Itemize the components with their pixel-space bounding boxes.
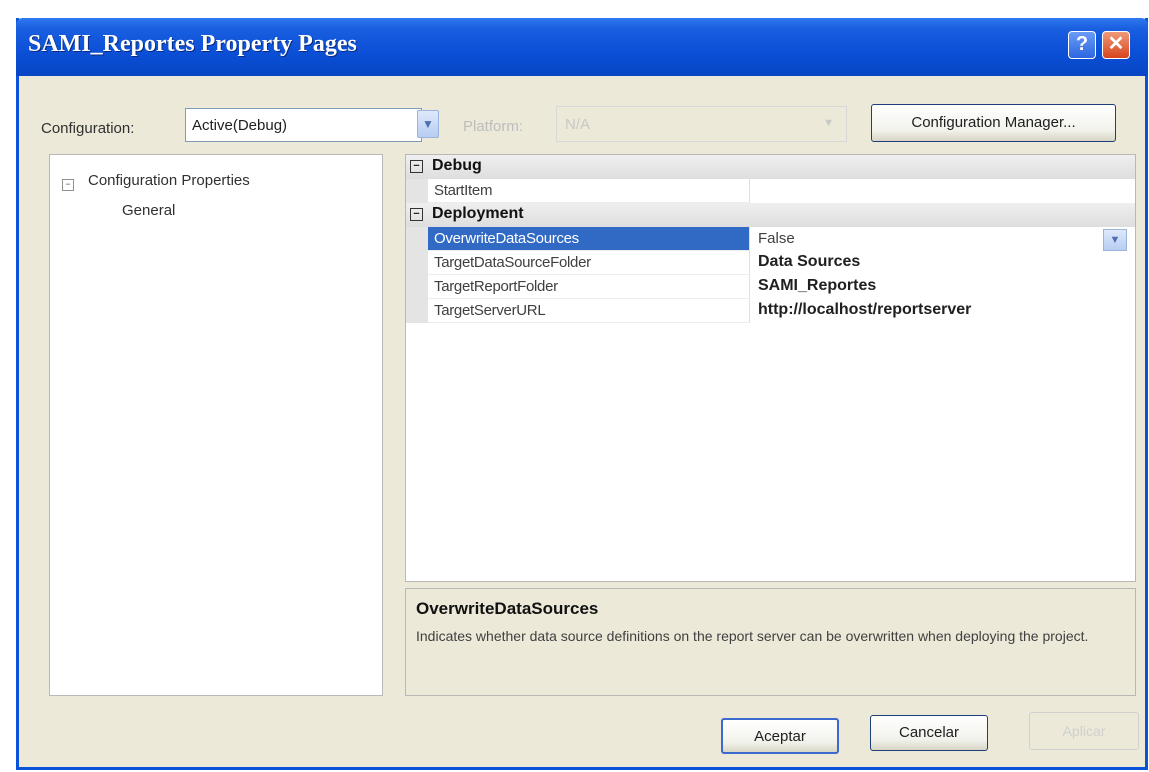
property-value[interactable]: False — [758, 230, 795, 247]
tree-item-general[interactable]: General — [122, 202, 175, 219]
category-deployment[interactable]: − Deployment — [406, 203, 1135, 227]
row-gutter — [406, 299, 428, 323]
property-name-cell: OverwriteDataSources — [428, 227, 750, 251]
configuration-select-value: Active(Debug) — [192, 117, 288, 134]
property-name: OverwriteDataSources — [434, 230, 579, 247]
window-title: SAMI_Reportes Property Pages — [28, 31, 357, 57]
ok-button[interactable]: Aceptar — [721, 718, 839, 754]
description-title: OverwriteDataSources — [416, 599, 599, 618]
property-row-target-data-source-folder[interactable]: TargetDataSourceFolder Data Sources — [406, 251, 1135, 275]
property-row-target-server-url[interactable]: TargetServerURL http://localhost/reports… — [406, 299, 1135, 323]
cancel-button[interactable]: Cancelar — [870, 715, 988, 751]
title-bar[interactable]: SAMI_Reportes Property Pages ? ✕ — [16, 18, 1148, 76]
category-label: Deployment — [432, 205, 524, 222]
category-label: Debug — [432, 157, 482, 174]
property-name-cell: StartItem — [428, 179, 750, 203]
property-name-cell: TargetDataSourceFolder — [428, 251, 750, 275]
property-tree: − Configuration Properties General — [49, 154, 383, 696]
tree-item-configuration-properties[interactable]: Configuration Properties — [88, 172, 250, 189]
help-button[interactable]: ? — [1068, 31, 1096, 59]
property-pages-dialog: SAMI_Reportes Property Pages ? ✕ Configu… — [16, 18, 1148, 770]
property-value[interactable]: SAMI_Reportes — [758, 277, 876, 295]
apply-button: Aplicar — [1029, 712, 1139, 750]
configuration-select[interactable]: Active(Debug) — [185, 108, 422, 142]
property-value[interactable]: http://localhost/reportserver — [758, 301, 971, 319]
configuration-dropdown-arrow-icon[interactable]: ▼ — [417, 110, 439, 138]
platform-label: Platform: — [463, 118, 524, 135]
row-gutter — [406, 251, 428, 275]
collapse-icon[interactable]: − — [62, 179, 74, 191]
row-gutter — [406, 275, 428, 299]
row-gutter — [406, 179, 428, 203]
row-gutter — [406, 227, 428, 251]
collapse-icon[interactable]: − — [410, 160, 423, 173]
description-text: Indicates whether data source definition… — [416, 628, 1089, 644]
chevron-down-icon[interactable]: ▼ — [1103, 229, 1127, 251]
configuration-manager-button[interactable]: Configuration Manager... — [871, 104, 1116, 142]
property-value[interactable]: Data Sources — [758, 253, 860, 271]
property-row-start-item[interactable]: StartItem — [406, 179, 1135, 203]
platform-dropdown-arrow-icon: ▼ — [823, 117, 834, 129]
property-row-overwrite-data-sources[interactable]: OverwriteDataSources False ▼ — [406, 227, 1135, 251]
configuration-label: Configuration: — [41, 120, 135, 137]
property-row-target-report-folder[interactable]: TargetReportFolder SAMI_Reportes — [406, 275, 1135, 299]
close-button[interactable]: ✕ — [1102, 31, 1130, 59]
property-grid: − Debug StartItem − Deployment Overwrite… — [405, 154, 1136, 582]
property-name: TargetReportFolder — [434, 278, 558, 295]
platform-select: N/A ▼ — [556, 106, 847, 142]
property-name-cell: TargetServerURL — [428, 299, 750, 323]
description-panel: OverwriteDataSources Indicates whether d… — [405, 588, 1136, 696]
collapse-icon[interactable]: − — [410, 208, 423, 221]
category-debug[interactable]: − Debug — [406, 155, 1135, 179]
property-name: TargetDataSourceFolder — [434, 254, 591, 271]
platform-select-value: N/A — [565, 116, 591, 133]
property-name: StartItem — [434, 182, 493, 199]
property-name-cell: TargetReportFolder — [428, 275, 750, 299]
property-name: TargetServerURL — [434, 302, 546, 319]
